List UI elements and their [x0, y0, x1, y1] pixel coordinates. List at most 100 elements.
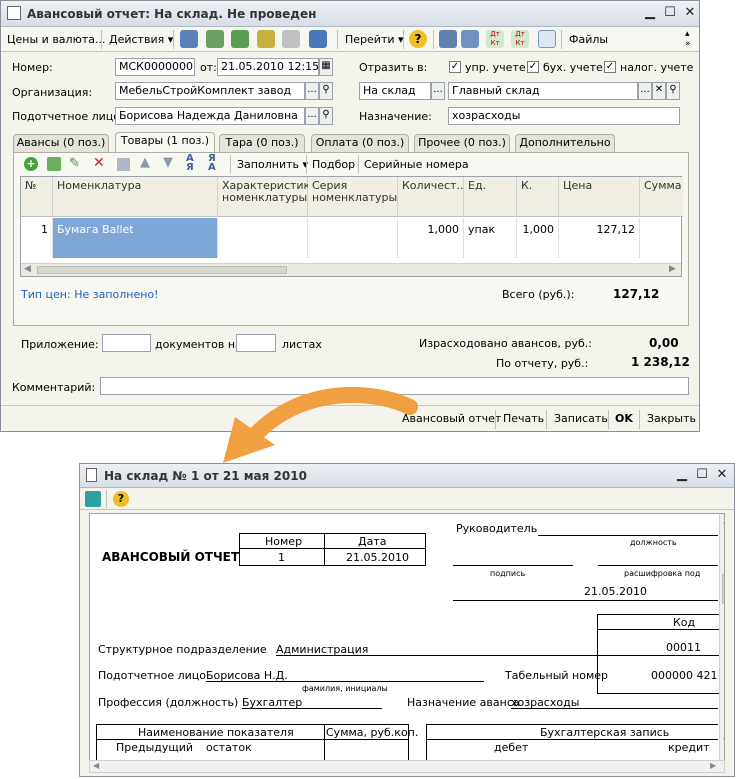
print-button[interactable]: Печать: [503, 412, 544, 425]
scroll-left-icon[interactable]: ◀: [93, 761, 99, 770]
org-select-button[interactable]: ...: [305, 82, 319, 100]
table-cell-characteristic[interactable]: [218, 218, 308, 258]
fill-menu[interactable]: Заполнить ▾: [237, 158, 308, 171]
warehouse-select-button[interactable]: ...: [638, 82, 652, 100]
col-header-sum[interactable]: Сумма: [640, 177, 683, 217]
table-cell-series[interactable]: [308, 218, 398, 258]
col-header-characteristic[interactable]: Характеристика номенклатуры: [218, 177, 317, 217]
refresh-icon[interactable]: [206, 30, 224, 48]
person-select-button[interactable]: ...: [305, 107, 319, 125]
attach-docs-field[interactable]: [102, 334, 151, 352]
minimize-icon[interactable]: ▁: [674, 467, 690, 483]
table-cell-qty[interactable]: 1,000: [398, 218, 464, 258]
table-cell-price[interactable]: 127,12: [559, 218, 640, 258]
org-field[interactable]: МебельСтройКомплект завод: [115, 82, 305, 100]
checkbox-mgmt[interactable]: ✓: [449, 61, 461, 73]
sort-desc-icon[interactable]: ЯА: [208, 154, 216, 173]
tab-other[interactable]: Прочее (0 поз.): [414, 134, 510, 152]
move-up-icon[interactable]: ▲: [140, 155, 150, 170]
date-field[interactable]: 21.05.2010 12:15:02: [217, 58, 319, 76]
close-button[interactable]: Закрыть: [647, 412, 696, 425]
scroll-thumb[interactable]: [37, 266, 287, 274]
copy-row-icon[interactable]: [47, 157, 61, 171]
checkbox-tax[interactable]: ✓: [604, 61, 616, 73]
based-on-icon[interactable]: [257, 30, 275, 48]
text-icon[interactable]: [538, 30, 556, 48]
table-cell-item[interactable]: Бумага Ballet: [53, 218, 218, 258]
col-header-series[interactable]: Серия номенклатуры: [308, 177, 398, 217]
col-header-unit[interactable]: Ед.: [464, 177, 517, 217]
table-cell-number[interactable]: 1: [21, 218, 53, 258]
calendar-icon[interactable]: ▦: [319, 58, 333, 76]
table-cell-unit[interactable]: упак: [464, 218, 517, 258]
number-field[interactable]: МСК00000001: [115, 58, 195, 76]
structure-icon[interactable]: [282, 30, 300, 48]
tab-number: 000000 421: [651, 669, 718, 682]
horizontal-scrollbar[interactable]: ◀ ▶: [89, 760, 725, 773]
table-icon[interactable]: [439, 30, 457, 48]
table-cell-k[interactable]: 1,000: [517, 218, 559, 258]
add-copy-icon[interactable]: [231, 30, 249, 48]
save-row-icon[interactable]: [117, 158, 130, 171]
sort-asc-icon[interactable]: АЯ: [186, 154, 194, 173]
scroll-right-icon[interactable]: ▶: [710, 761, 716, 770]
tab-additional[interactable]: Дополнительно: [515, 134, 615, 152]
tab-goods[interactable]: Товары (1 поз.): [115, 132, 215, 153]
actions-menu[interactable]: Действия ▾: [109, 33, 173, 46]
dt-kt-icon[interactable]: Дт Кт: [486, 30, 504, 48]
minimize-icon[interactable]: ▁: [642, 5, 658, 21]
list-icon[interactable]: [461, 30, 479, 48]
operation-field[interactable]: На склад: [359, 82, 431, 100]
col-header-k[interactable]: К.: [517, 177, 559, 217]
table-cell-sum[interactable]: [640, 218, 683, 258]
purpose-field[interactable]: хозрасходы: [448, 107, 680, 125]
col-header-item[interactable]: Номенклатура: [53, 177, 218, 217]
delete-row-icon[interactable]: ✕: [93, 155, 105, 171]
scroll-thumb[interactable]: [722, 574, 724, 604]
tab-advances[interactable]: Авансы (0 поз.): [13, 134, 109, 152]
email-icon[interactable]: [85, 491, 101, 507]
maximize-icon[interactable]: ☐: [694, 467, 710, 483]
col-header-qty[interactable]: Количест...: [398, 177, 467, 217]
goto-icon[interactable]: [309, 30, 327, 48]
prices-button[interactable]: Цены и валюта...: [7, 33, 105, 46]
files-button[interactable]: Файлы: [569, 33, 608, 46]
attach-sheets-field[interactable]: [236, 334, 276, 352]
edit-row-icon[interactable]: ✎: [69, 156, 80, 171]
person-field[interactable]: Борисова Надежда Даниловна: [115, 107, 305, 125]
goto-menu[interactable]: Перейти ▾: [345, 33, 404, 46]
vertical-scrollbar[interactable]: ▲ ▼: [719, 514, 724, 772]
add-row-icon[interactable]: +: [24, 157, 38, 171]
move-down-icon[interactable]: ▼: [163, 155, 173, 170]
col-header-number[interactable]: №: [21, 177, 53, 217]
scroll-left-icon[interactable]: ◀: [24, 264, 31, 274]
search-icon[interactable]: ⚲: [319, 82, 333, 100]
maximize-icon[interactable]: ☐: [662, 5, 678, 21]
search-icon[interactable]: ⚲: [666, 82, 680, 100]
help-icon[interactable]: ?: [113, 491, 129, 507]
pick-button[interactable]: Подбор: [312, 158, 355, 171]
scroll-right-icon[interactable]: ▶: [669, 264, 676, 274]
close-icon[interactable]: ✕: [682, 5, 698, 21]
horizontal-scrollbar[interactable]: ◀ ▶: [21, 263, 681, 276]
dt-kt-tax-icon[interactable]: Дт Кт: [511, 30, 529, 48]
price-type-link[interactable]: Тип цен: Не заполнено!: [21, 288, 159, 301]
post-icon[interactable]: [180, 30, 198, 48]
tab-payment[interactable]: Оплата (0 поз.): [311, 134, 409, 152]
toolbar-overflow-icon[interactable]: ▴»: [685, 29, 691, 49]
tab-label: Табельный номер: [505, 669, 609, 682]
save-button[interactable]: Записать: [554, 412, 608, 425]
scroll-down-icon[interactable]: ▼: [723, 736, 724, 745]
tab-containers[interactable]: Тара (0 поз.): [219, 134, 305, 152]
col-header-price[interactable]: Цена: [559, 177, 640, 217]
checkbox-acc[interactable]: ✓: [527, 61, 539, 73]
scroll-up-icon[interactable]: ▲: [723, 516, 724, 525]
close-icon[interactable]: ✕: [714, 467, 730, 483]
search-icon[interactable]: ⚲: [319, 107, 333, 125]
warehouse-field[interactable]: Главный склад: [448, 82, 638, 100]
clear-icon[interactable]: ✕: [652, 82, 666, 100]
serial-numbers-button[interactable]: Серийные номера: [364, 158, 469, 171]
help-icon[interactable]: ?: [409, 30, 427, 48]
operation-select-button[interactable]: ...: [431, 82, 445, 100]
ok-button[interactable]: OK: [615, 412, 633, 425]
